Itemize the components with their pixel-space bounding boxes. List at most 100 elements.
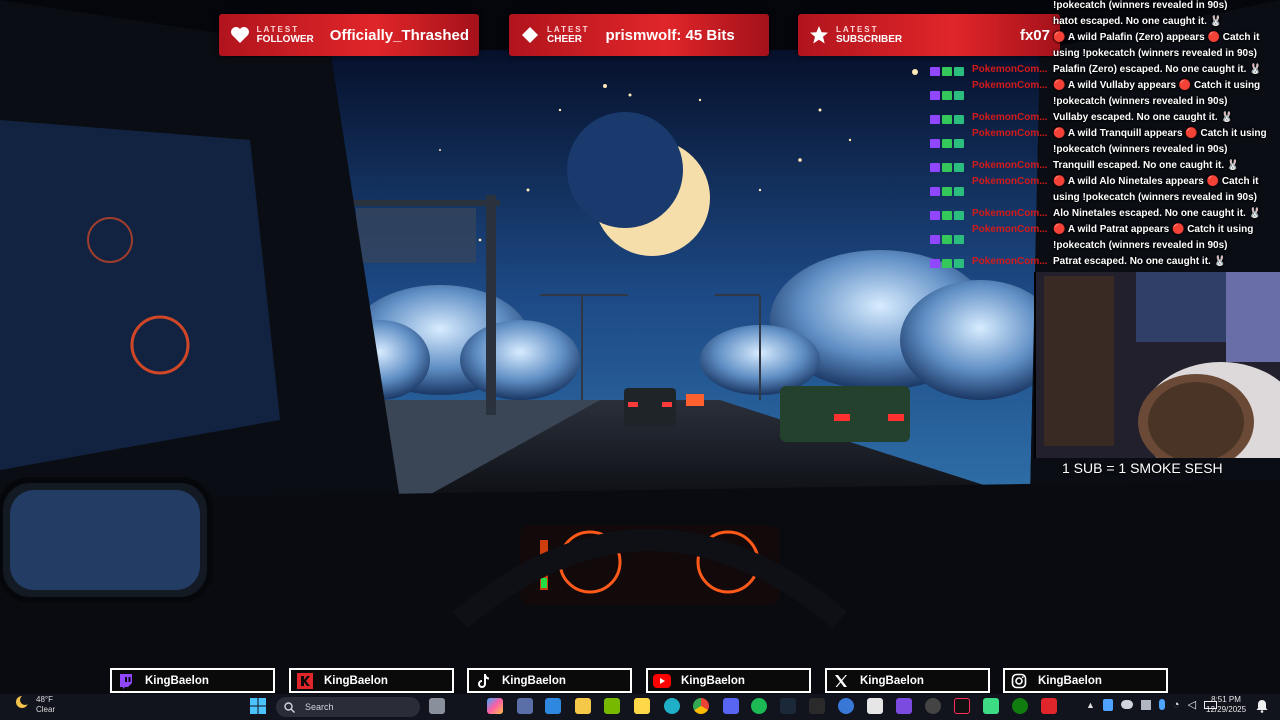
xbox-icon[interactable] <box>1012 698 1028 714</box>
mod-badge-icon <box>930 210 940 220</box>
chat-message: 🔴 A wild Tranquill appears 🔴 Catch it us… <box>1053 128 1267 155</box>
chat-username: PokemonCom... <box>972 160 1048 171</box>
latest-cheer-value: prismwolf: 45 Bits <box>605 26 735 44</box>
obs-icon[interactable] <box>925 698 941 714</box>
chat-message: 🔴 A wild Vullaby appears 🔴 Catch it usin… <box>1053 80 1261 107</box>
chat-overlay: !pokecatch (winners revealed in 90s) hat… <box>930 0 1280 270</box>
chat-message: Alo Ninetales escaped. No one caught it.… <box>1053 208 1262 219</box>
social-handle: KingBaelon <box>1038 674 1102 687</box>
social-instagram[interactable]: KingBaelon <box>1003 668 1168 693</box>
discord-icon[interactable] <box>723 698 739 714</box>
chat-message: Palafin (Zero) escaped. No one caught it… <box>1053 64 1262 75</box>
cloud-icon[interactable] <box>1120 700 1133 709</box>
chat-message: hatot escaped. No one caught it. 🐰 <box>1053 16 1223 27</box>
chat-message: !pokecatch (winners revealed in 90s) <box>1053 0 1228 11</box>
verified-badge-icon <box>942 186 952 196</box>
chat-username: PokemonCom... <box>972 224 1048 235</box>
star-icon <box>808 24 830 46</box>
app-icon[interactable] <box>838 698 854 714</box>
taskbar-search-box[interactable]: Search <box>276 697 420 717</box>
mod-badge-icon <box>930 90 940 100</box>
search-placeholder: Search <box>305 702 334 712</box>
windows-start-button[interactable] <box>250 698 266 719</box>
tiktok-app-icon[interactable] <box>954 698 970 714</box>
social-tiktok[interactable]: KingBaelon <box>467 668 632 693</box>
epic-games-icon[interactable] <box>809 698 825 714</box>
chat-message: 🔴 A wild Palafin (Zero) appears 🔴 Catch … <box>1053 32 1260 59</box>
chrome-icon[interactable] <box>693 698 709 714</box>
windows-logo-icon <box>250 698 266 714</box>
calculator-icon[interactable] <box>517 698 533 714</box>
chat-username: PokemonCom... <box>972 112 1048 123</box>
social-x[interactable]: KingBaelon <box>825 668 990 693</box>
verified-badge-icon <box>942 258 952 268</box>
wifi-icon[interactable]: ◔ <box>1173 699 1180 711</box>
diamond-icon <box>519 24 541 46</box>
nvidia-icon[interactable] <box>604 698 620 714</box>
latest-cheer-bar: LATEST CHEER prismwolf: 45 Bits <box>509 14 769 56</box>
latest-follower-name: Officially_Thrashed <box>329 26 469 44</box>
chat-username: PokemonCom... <box>972 128 1048 139</box>
volume-icon[interactable]: ◁ <box>1188 698 1196 711</box>
moon-weather-icon <box>14 694 30 715</box>
chat-line: !pokecatch (winners revealed in 90s) <box>930 0 1280 14</box>
subscriber-label: SUBSCRIBER <box>836 34 903 45</box>
chat-username <box>972 30 1053 62</box>
chat-username <box>972 0 1053 14</box>
sticky-notes-icon[interactable] <box>634 698 650 714</box>
weather-temp: 48°F <box>36 694 53 704</box>
chat-line: PokemonCom... 🔴 A wild Vullaby appears 🔴 … <box>930 78 1280 110</box>
task-view-icon[interactable] <box>429 698 445 714</box>
edge-icon[interactable] <box>664 698 680 714</box>
social-handle: KingBaelon <box>324 674 388 687</box>
bot-badge-icon <box>954 90 964 100</box>
bot-badge-icon <box>954 186 964 196</box>
verified-badge-icon <box>942 114 952 124</box>
search-icon <box>284 701 295 713</box>
copilot-icon[interactable] <box>487 698 503 714</box>
bot-badge-icon <box>954 162 964 172</box>
heart-icon <box>229 24 251 46</box>
weather-widget[interactable]: 48°F Clear <box>14 694 55 715</box>
spotify-icon[interactable] <box>751 698 767 714</box>
clock-date: 12/29/2025 <box>1206 705 1247 714</box>
microphone-icon[interactable] <box>1158 699 1165 710</box>
chevron-up-icon[interactable]: ▲ <box>1086 700 1095 710</box>
taskbar-clock[interactable]: 8:51 PM 12/29/2025 <box>1206 695 1246 715</box>
instagram-icon <box>1008 670 1030 691</box>
social-twitch[interactable]: KingBaelon <box>110 668 275 693</box>
store-icon[interactable] <box>545 698 561 714</box>
chat-line: PokemonCom... 🔴 A wild Tranquill appears … <box>930 126 1280 158</box>
mod-badge-icon <box>930 138 940 148</box>
mod-badge-icon <box>930 162 940 172</box>
weather-condition: Clear <box>36 704 56 714</box>
chat-line: PokemonCom... Vullaby escaped. No one cau… <box>930 110 1280 126</box>
chat-username: PokemonCom... <box>972 256 1048 267</box>
steam-icon[interactable] <box>780 698 796 714</box>
bluetooth-icon[interactable] <box>1102 698 1113 711</box>
explorer-icon[interactable] <box>575 698 591 714</box>
notification-bell-icon[interactable] <box>1256 699 1268 718</box>
chat-line: 🔴 A wild Palafin (Zero) appears 🔴 Catch … <box>930 30 1280 62</box>
x-icon <box>830 670 852 691</box>
network-icon[interactable] <box>1140 699 1151 710</box>
verified-badge-icon <box>942 234 952 244</box>
mod-badge-icon <box>930 234 940 244</box>
social-handle: KingBaelon <box>860 674 924 687</box>
chat-line: PokemonCom... Tranquill escaped. No one c… <box>930 158 1280 174</box>
kick-icon <box>294 670 316 691</box>
app-grid-icon[interactable] <box>896 698 912 714</box>
chat-line: PokemonCom... Alo Ninetales escaped. No o… <box>930 206 1280 222</box>
capcut-icon[interactable] <box>867 698 883 714</box>
chat-line: PokemonCom... 🔴 A wild Patrat appears 🔴 C… <box>930 222 1280 254</box>
verified-badge-icon <box>942 66 952 76</box>
mod-badge-icon <box>930 66 940 76</box>
shield-app-icon[interactable] <box>1041 698 1057 714</box>
social-kick[interactable]: KingBaelon <box>289 668 454 693</box>
chat-message: Vullaby escaped. No one caught it. 🐰 <box>1053 112 1233 123</box>
social-youtube[interactable]: KingBaelon <box>646 668 811 693</box>
youtube-icon <box>651 670 673 691</box>
bot-badge-icon <box>954 258 964 268</box>
chat-line: PokemonCom... Patrat escaped. No one caug… <box>930 254 1280 270</box>
android-icon[interactable] <box>983 698 999 714</box>
